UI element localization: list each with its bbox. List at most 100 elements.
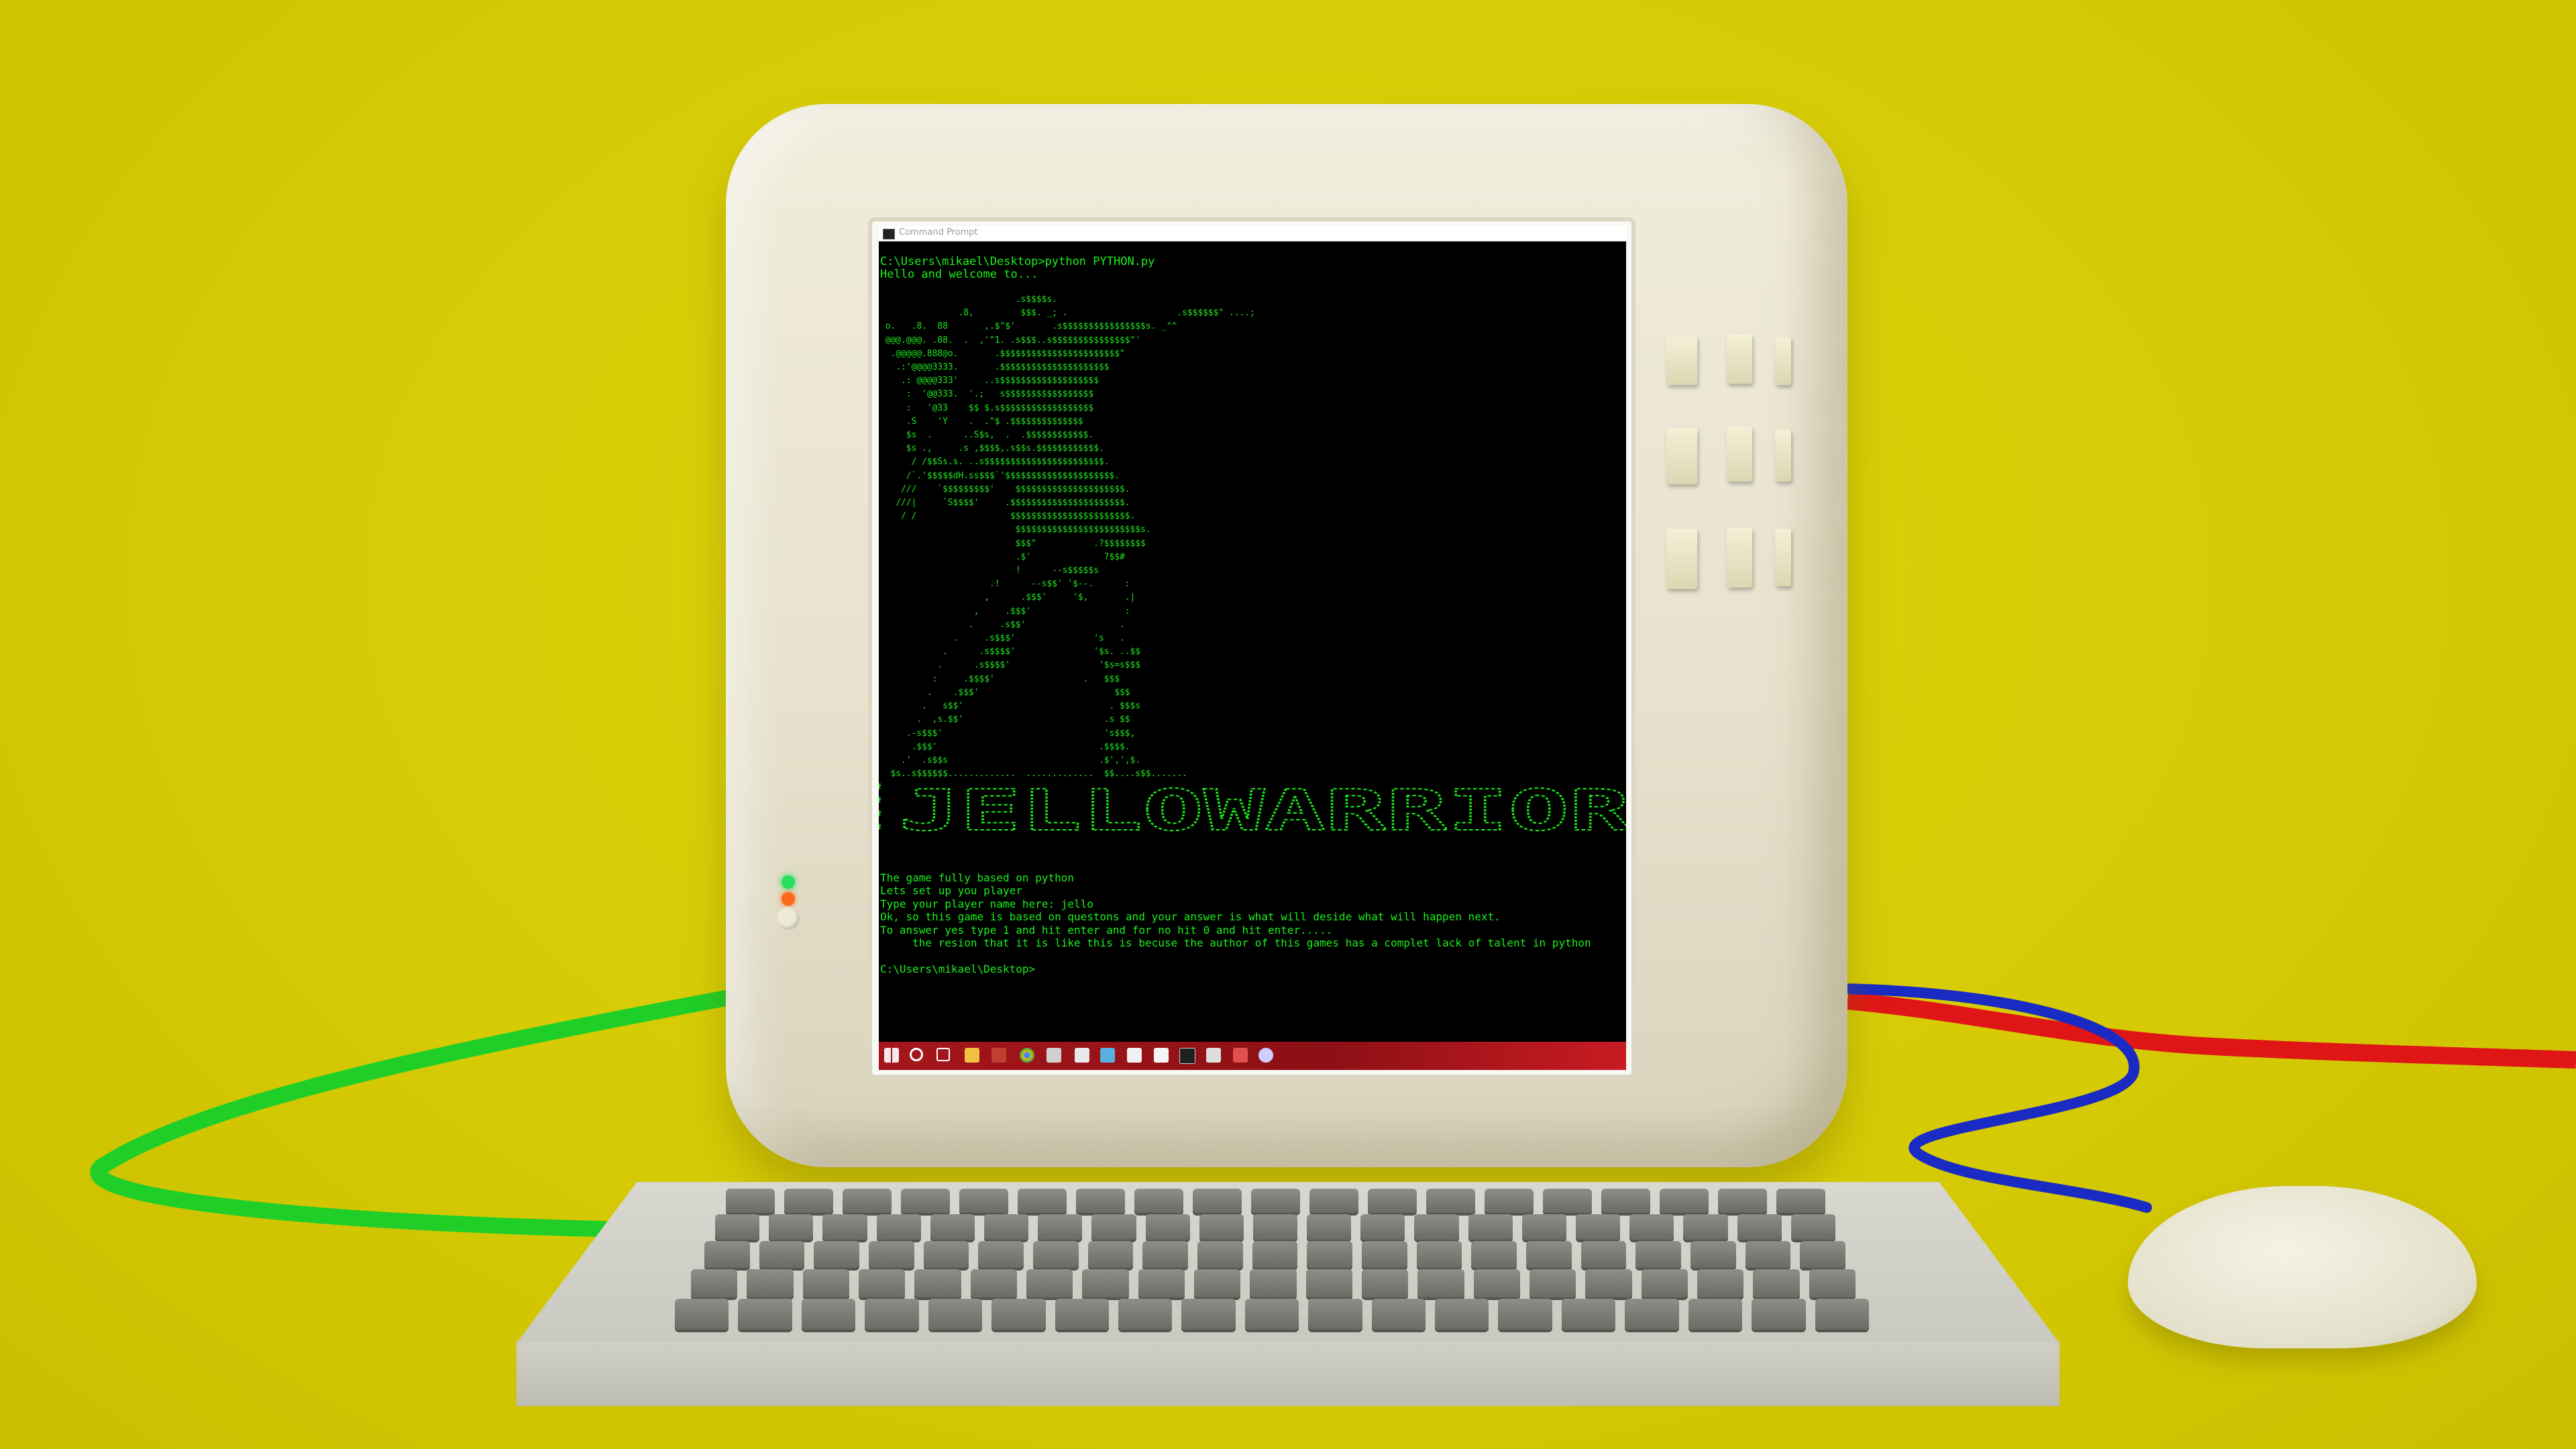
keyboard-key[interactable] <box>1635 1241 1681 1268</box>
keyboard-key[interactable] <box>1697 1269 1744 1297</box>
monitor-button[interactable] <box>1727 527 1752 588</box>
app-icon[interactable] <box>991 1048 1006 1063</box>
keyboard-key[interactable] <box>1368 1189 1417 1213</box>
keyboard-key[interactable] <box>1055 1299 1109 1330</box>
keyboard-key[interactable] <box>1252 1241 1298 1268</box>
keyboard-key[interactable] <box>1307 1241 1352 1268</box>
keyboard-key[interactable] <box>1138 1269 1185 1297</box>
app-icon[interactable] <box>1258 1048 1273 1063</box>
keyboard-key[interactable] <box>691 1269 738 1297</box>
search-icon[interactable] <box>910 1048 923 1061</box>
keyboard-key[interactable] <box>876 1214 921 1240</box>
file-explorer-icon[interactable] <box>965 1048 979 1063</box>
keyboard-key[interactable] <box>1737 1214 1782 1240</box>
keyboard-key[interactable] <box>1809 1269 1856 1297</box>
keyboard-key[interactable] <box>1580 1241 1627 1268</box>
keyboard-key[interactable] <box>1776 1189 1825 1213</box>
keyboard-key[interactable] <box>1718 1189 1767 1213</box>
keyboard-key[interactable] <box>675 1299 729 1330</box>
keyboard-key[interactable] <box>970 1269 1017 1297</box>
keyboard-key[interactable] <box>869 1241 914 1268</box>
keyboard-key[interactable] <box>1485 1189 1534 1213</box>
keyboard-key[interactable] <box>1629 1214 1674 1240</box>
keyboard-key[interactable] <box>1026 1269 1073 1297</box>
keyboard-key[interactable] <box>1435 1299 1489 1330</box>
monitor-button[interactable] <box>1775 429 1791 482</box>
keyboard-key[interactable] <box>769 1214 814 1240</box>
keyboard-key[interactable] <box>1033 1241 1079 1268</box>
keyboard-key[interactable] <box>1521 1214 1567 1240</box>
keyboard-key[interactable] <box>1251 1189 1300 1213</box>
keyboard-key[interactable] <box>1468 1214 1513 1240</box>
keyboard-key[interactable] <box>1307 1214 1352 1240</box>
keyboard-key[interactable] <box>1082 1269 1129 1297</box>
keyboard-key[interactable] <box>843 1189 892 1213</box>
keyboard-key[interactable] <box>1660 1189 1709 1213</box>
keyboard-key[interactable] <box>930 1214 975 1240</box>
keyboard-key[interactable] <box>814 1241 859 1268</box>
keyboard-key[interactable] <box>1471 1241 1517 1268</box>
app-icon[interactable] <box>1233 1048 1248 1063</box>
window-titlebar[interactable]: Command Prompt <box>879 226 1626 241</box>
keyboard-key[interactable] <box>801 1299 856 1330</box>
keyboard-key[interactable] <box>1197 1241 1243 1268</box>
keyboard-key[interactable] <box>1087 1241 1134 1268</box>
keyboard-key[interactable] <box>991 1299 1046 1330</box>
keyboard-key[interactable] <box>1526 1241 1572 1268</box>
app-icon[interactable] <box>1206 1048 1221 1063</box>
keyboard-key[interactable] <box>1745 1241 1791 1268</box>
keyboard-key[interactable] <box>1416 1241 1462 1268</box>
app-icon[interactable] <box>1075 1048 1089 1063</box>
keyboard-key[interactable] <box>1250 1269 1297 1297</box>
keyboard-key[interactable] <box>1091 1214 1136 1240</box>
windows-start-icon[interactable] <box>884 1048 899 1063</box>
keyboard-key[interactable] <box>1076 1189 1125 1213</box>
keyboard-key[interactable] <box>1641 1269 1688 1297</box>
monitor-button[interactable] <box>1727 427 1752 482</box>
keyboard-key[interactable] <box>1529 1269 1576 1297</box>
keyboard-key[interactable] <box>1038 1214 1083 1240</box>
keyboard-key[interactable] <box>865 1299 919 1330</box>
keyboard-key[interactable] <box>1688 1299 1743 1330</box>
app-icon[interactable] <box>1179 1048 1195 1064</box>
keyboard-key[interactable] <box>1815 1299 1869 1330</box>
keyboard-key[interactable] <box>1790 1214 1835 1240</box>
keyboard-key[interactable] <box>747 1269 794 1297</box>
keyboard-key[interactable] <box>923 1241 969 1268</box>
keyboard-key[interactable] <box>1142 1241 1188 1268</box>
task-view-icon[interactable] <box>936 1048 950 1061</box>
keyboard-key[interactable] <box>1752 1299 1806 1330</box>
keyboard-key[interactable] <box>704 1241 750 1268</box>
app-icon[interactable] <box>1127 1048 1142 1063</box>
keyboard-key[interactable] <box>1305 1269 1352 1297</box>
keyboard-key[interactable] <box>726 1189 775 1213</box>
keyboard-key[interactable] <box>1576 1214 1621 1240</box>
power-button[interactable] <box>777 907 800 930</box>
keyboard-key[interactable] <box>983 1214 1029 1240</box>
keyboard-key[interactable] <box>1362 1269 1409 1297</box>
keyboard-key[interactable] <box>1194 1269 1241 1297</box>
keyboard-key[interactable] <box>1498 1299 1552 1330</box>
keyboard-key[interactable] <box>928 1299 983 1330</box>
keyboard-key[interactable] <box>1244 1299 1299 1330</box>
keyboard-key[interactable] <box>1426 1189 1475 1213</box>
keyboard-key[interactable] <box>1625 1299 1679 1330</box>
monitor-button[interactable] <box>1666 529 1697 589</box>
keyboard-key[interactable] <box>1585 1269 1632 1297</box>
app-icon[interactable] <box>1154 1048 1169 1063</box>
keyboard-key[interactable] <box>1561 1299 1616 1330</box>
keyboard-key[interactable] <box>959 1189 1008 1213</box>
app-icon[interactable] <box>1100 1048 1115 1063</box>
keyboard-key[interactable] <box>1417 1269 1464 1297</box>
chrome-icon[interactable] <box>1020 1048 1034 1063</box>
keyboard-key[interactable] <box>1018 1189 1067 1213</box>
keyboard-key[interactable] <box>1309 1189 1358 1213</box>
monitor-button[interactable] <box>1775 337 1791 385</box>
keyboard-key[interactable] <box>1473 1269 1520 1297</box>
keyboard-key[interactable] <box>978 1241 1024 1268</box>
keyboard-key[interactable] <box>1308 1299 1362 1330</box>
keyboard-key[interactable] <box>1753 1269 1800 1297</box>
keyboard-key[interactable] <box>738 1299 792 1330</box>
monitor-button[interactable] <box>1727 334 1752 384</box>
keyboard-key[interactable] <box>1193 1189 1242 1213</box>
